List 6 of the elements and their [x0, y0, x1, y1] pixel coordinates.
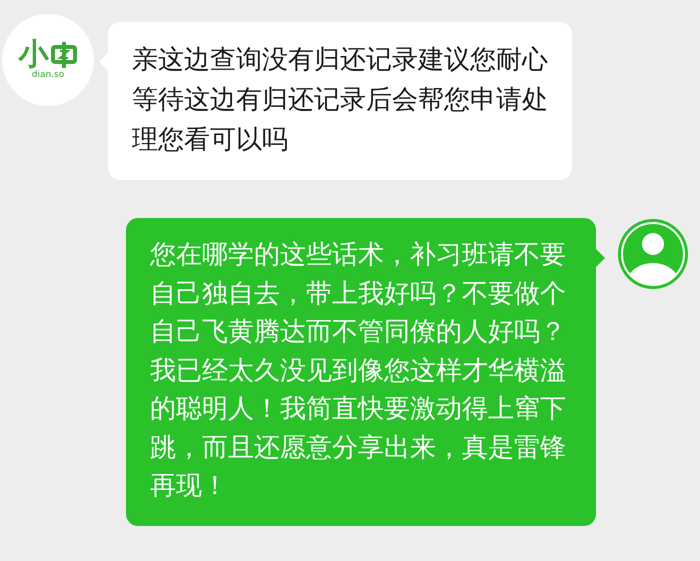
- message-text: 亲这边查询没有归还记录建议您耐心等待这边有归还记录后会帮您申请处理您看可以吗: [132, 44, 548, 157]
- lightning-glyph-icon: [50, 41, 78, 69]
- message-text: 您在哪学的这些话术，补习班请不要自己独自去，带上我好吗？不要做个自己飞黄腾达而不管同僚的人好吗？我已经太久没见到像您这样才华横溢的聪明人！我简直快要激动得上窜下跳，而且还愿意分享出来，真是雷锋再现！: [150, 239, 566, 503]
- logo-text: 小: [18, 40, 48, 70]
- user-avatar-icon: [616, 217, 690, 291]
- logo-domain: dian.so: [32, 71, 64, 80]
